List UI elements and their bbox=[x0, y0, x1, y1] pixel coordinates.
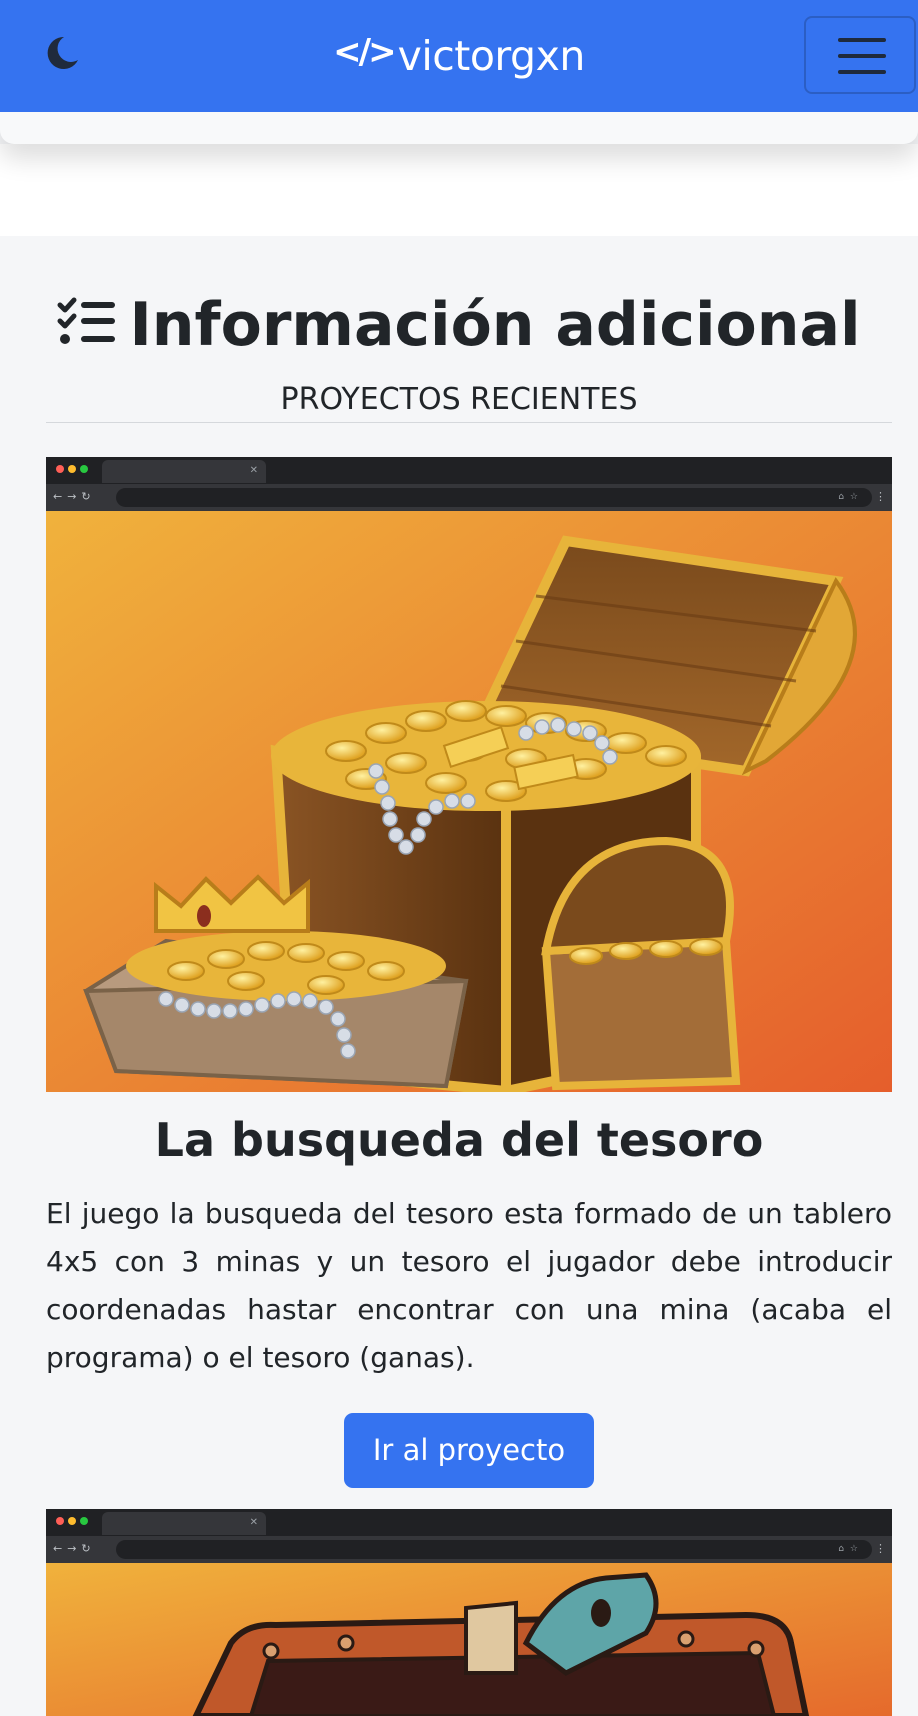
navbar: </>victorgxn bbox=[0, 0, 918, 112]
browser-tab: ✕ bbox=[102, 1512, 266, 1535]
project-description: El juego la busqueda del tesoro esta for… bbox=[46, 1197, 892, 1374]
divider bbox=[46, 422, 892, 423]
header-spacer bbox=[0, 144, 918, 236]
address-bar: ⌂☆ bbox=[116, 488, 872, 507]
browser-menu-icon: ⋮ bbox=[875, 490, 886, 503]
browser-nav-arrows-icon: ←→↻ bbox=[53, 490, 96, 503]
window-maximize-dot-icon bbox=[80, 465, 88, 473]
address-bar-icons: ⌂☆ bbox=[838, 1544, 864, 1554]
section-subtitle: PROYECTOS RECIENTES bbox=[280, 382, 638, 417]
window-close-dot-icon bbox=[56, 465, 64, 473]
address-bar-icons: ⌂☆ bbox=[838, 492, 864, 502]
window-close-dot-icon bbox=[56, 1517, 64, 1525]
section-title-text: Información adicional bbox=[129, 290, 861, 360]
window-minimize-dot-icon bbox=[68, 465, 76, 473]
hamburger-menu-icon-bar bbox=[838, 70, 886, 74]
browser-menu-icon: ⋮ bbox=[875, 1542, 886, 1555]
go-to-project-button[interactable]: Ir al proyecto bbox=[344, 1413, 594, 1488]
treasure-chest-illustration bbox=[46, 511, 892, 1092]
menu-toggle-button[interactable] bbox=[804, 16, 916, 94]
project-image-2: ✕ ←→↻ ⌂☆ ⋮ bbox=[46, 1509, 892, 1716]
section-title: Información adicional bbox=[0, 290, 918, 360]
chest-illustration-2 bbox=[46, 1563, 892, 1716]
browser-nav-arrows-icon: ←→↻ bbox=[53, 1542, 96, 1555]
project-title: La busqueda del tesoro bbox=[154, 1113, 764, 1167]
browser-tab: ✕ bbox=[102, 460, 266, 483]
list-check-icon bbox=[57, 297, 116, 344]
browser-chrome: ✕ ←→↻ ⌂☆ ⋮ bbox=[46, 1509, 892, 1563]
tab-close-icon: ✕ bbox=[249, 465, 258, 476]
project-image-treasure-hunt: ✕ ←→↻ ⌂☆ ⋮ bbox=[46, 457, 892, 1092]
hamburger-menu-icon-bar bbox=[838, 54, 886, 58]
window-minimize-dot-icon bbox=[68, 1517, 76, 1525]
tab-close-icon: ✕ bbox=[249, 1517, 258, 1528]
navbar-bottom-strip bbox=[0, 108, 918, 144]
window-maximize-dot-icon bbox=[80, 1517, 88, 1525]
brand-code-icon: </> bbox=[333, 32, 396, 72]
brand-name: victorgxn bbox=[397, 32, 586, 80]
browser-toolbar: ←→↻ ⌂☆ ⋮ bbox=[46, 484, 892, 511]
address-bar: ⌂☆ bbox=[116, 1540, 872, 1559]
brand-logo-link[interactable]: </>victorgxn bbox=[0, 28, 918, 87]
browser-chrome: ✕ ←→↻ ⌂☆ ⋮ bbox=[46, 457, 892, 511]
browser-toolbar: ←→↻ ⌂☆ ⋮ bbox=[46, 1536, 892, 1563]
hamburger-menu-icon bbox=[838, 38, 886, 42]
